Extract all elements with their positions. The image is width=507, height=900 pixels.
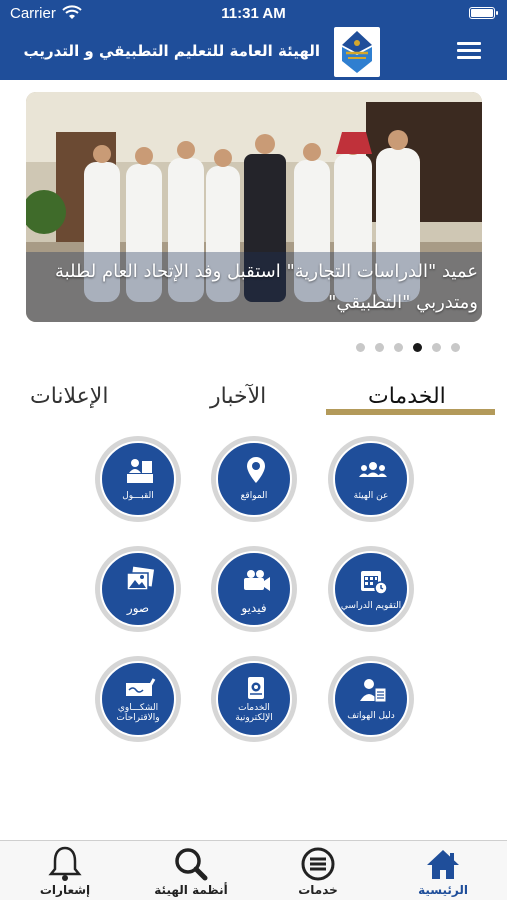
tab-services[interactable]: الخدمات [368,384,446,409]
tab-systems[interactable]: أنظمة الهيئة [141,841,241,900]
page-dot-active[interactable] [413,343,422,352]
search-icon [175,848,208,881]
bottom-tab-bar: الرئيسية خدمات أنظمة الهيئة إشعارات [0,840,507,900]
service-calendar[interactable]: التقويم الدراسي [328,546,414,632]
hamburger-icon[interactable] [457,42,481,62]
admission-desk-icon [127,459,153,483]
tab-label: أنظمة الهيئة [154,883,228,897]
service-about[interactable]: عن الهيئة [328,436,414,522]
news-carousel-slide[interactable]: عميد "الدراسات التجارية" استقبل وفد الإت… [26,92,482,322]
service-phone-directory[interactable]: دليل الهواتف [328,656,414,742]
service-admission[interactable]: القبـــول [95,436,181,522]
paaet-logo [334,27,380,77]
bell-icon [48,846,82,881]
tab-home[interactable]: الرئيسية [393,841,493,900]
location-pin-icon [247,457,265,483]
org-title: الهيئة العامة للتعليم التطبيقي و التدريب [23,42,321,60]
page-dot[interactable] [432,343,441,352]
home-icon [427,850,459,879]
video-camera-icon [244,570,270,591]
app-header: Carrier 11:31 AM الهيئة العامة للتعليم ا… [0,0,507,80]
clock: 11:31 AM [221,5,286,22]
service-label: القبـــول [122,491,154,501]
list-circle-icon [301,847,335,881]
tab-label: إشعارات [39,883,91,897]
page-dot[interactable] [451,343,460,352]
news-caption: عميد "الدراسات التجارية" استقبل وفد الإت… [26,256,482,318]
service-label: عن الهيئة [353,491,389,501]
phone-directory-icon [360,679,387,703]
status-bar: Carrier 11:31 AM [0,0,507,28]
group-icon [359,462,387,477]
page-dot[interactable] [394,343,403,352]
service-label: الخدمات الإلكترونية [235,703,273,723]
service-label: الشكـــاوي والاقتراحات [116,703,160,723]
tab-label: خدمات [298,883,338,897]
battery-icon [469,7,498,19]
active-tab-indicator [326,409,495,415]
service-photos[interactable]: صور [95,546,181,632]
carousel-pagination [356,343,460,352]
service-complaints[interactable]: الشكـــاوي والاقتراحات [95,656,181,742]
tab-services-list[interactable]: خدمات [268,841,368,900]
tab-notifications[interactable]: إشعارات [15,841,115,900]
service-label: صور [126,601,150,615]
service-video[interactable]: فيديو [211,546,297,632]
caption-line-2: ومتدربي "التطبيقي" [328,292,478,313]
caption-line-1: عميد "الدراسات التجارية" استقبل وفد الإت… [54,261,478,282]
service-label: التقويم الدراسي [340,601,402,611]
calendar-icon [361,571,388,595]
tab-ads[interactable]: الإعلانات [30,384,108,409]
service-label: دليل الهواتف [347,711,395,721]
tab-label: الرئيسية [418,883,468,897]
service-label: المواقع [240,491,268,501]
service-e-services[interactable]: الخدمات الإلكترونية [211,656,297,742]
page-dot[interactable] [375,343,384,352]
photos-icon [126,566,155,591]
service-label: فيديو [241,601,267,615]
page-dot[interactable] [356,343,365,352]
tab-news[interactable]: الآخبار [210,384,266,409]
service-locations[interactable]: المواقع [211,436,297,522]
